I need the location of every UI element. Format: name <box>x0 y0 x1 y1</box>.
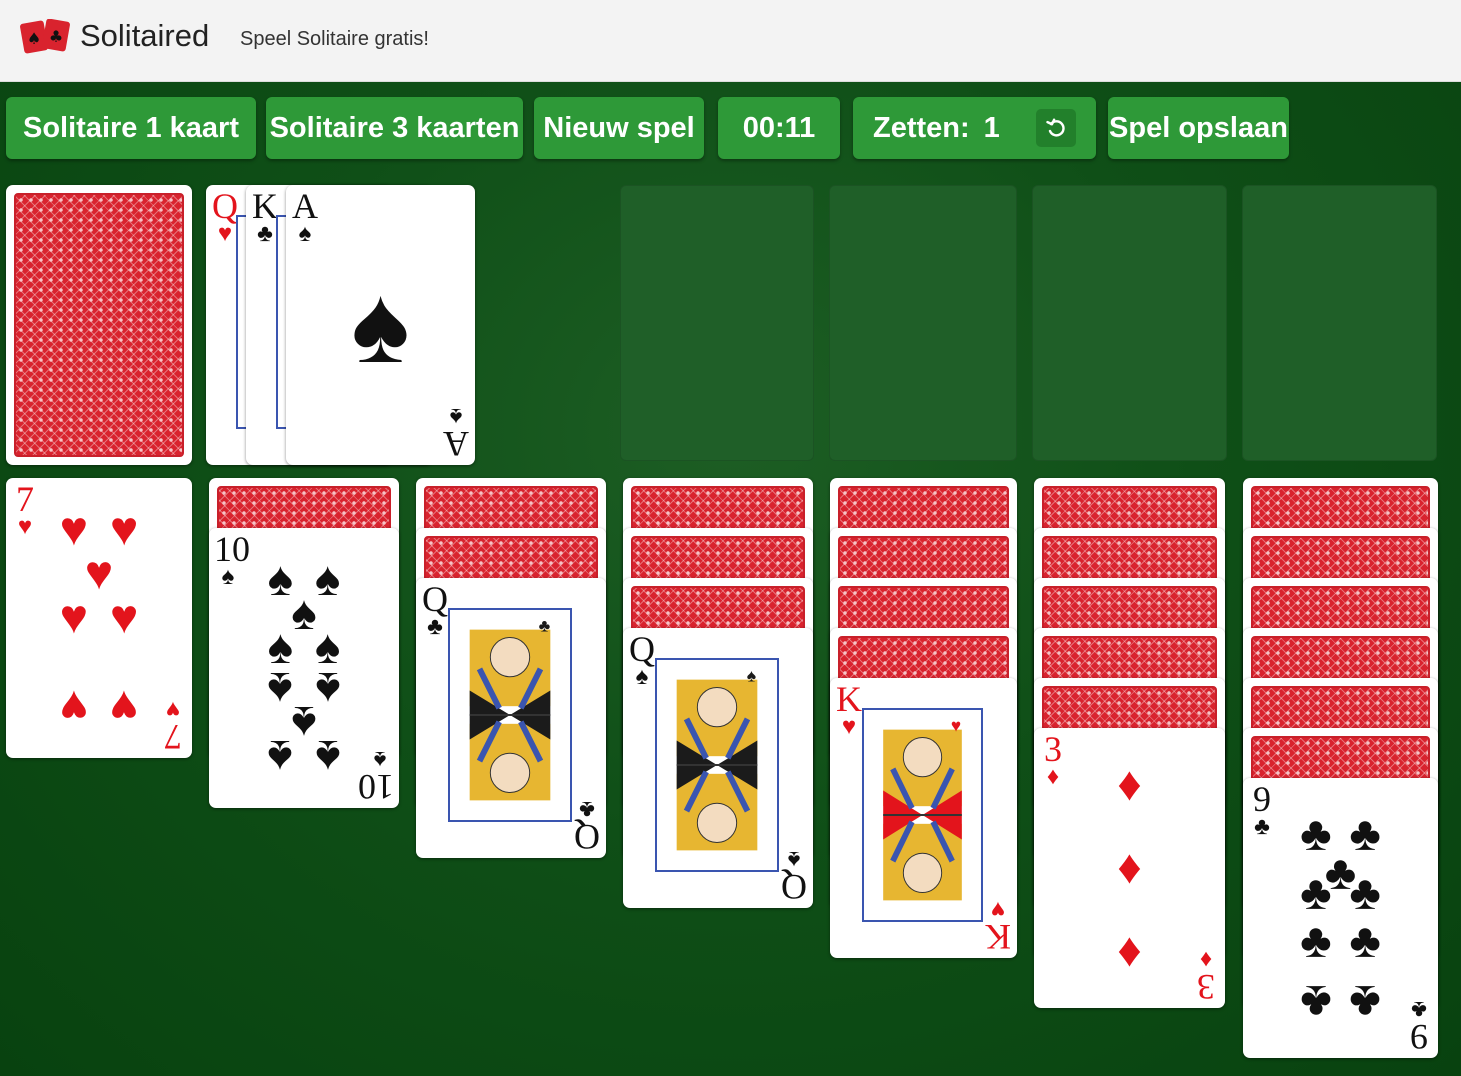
tableau-top-card[interactable]: 9 ♣ 9 ♣ ♣ ♣ ♣ ♣ ♣ ♣ ♣ ♣ ♣ <box>1243 778 1438 1058</box>
card-rank: K <box>836 679 862 719</box>
card-rank: 10 <box>358 767 394 807</box>
tableau-top-card[interactable]: 10 ♠ 10 ♠ ♠ ♠ ♠ ♠ ♠ ♠ ♠ ♠ ♠ ♠ <box>209 528 399 808</box>
undo-icon <box>1046 118 1065 137</box>
card-suit-icon: ♦ <box>1046 763 1060 790</box>
suit-pip-icon: ♣ <box>1349 866 1381 920</box>
card-rank: Q <box>781 867 807 907</box>
tableau-top-card[interactable]: Q ♠ Q ♠ ♠ <box>623 628 813 908</box>
card-suit-icon: ♠ <box>221 563 235 590</box>
suit-pip-icon: ♠ <box>314 729 341 783</box>
card-rank: A <box>292 186 318 226</box>
card-rank: Q <box>422 579 448 619</box>
tableau-top-card[interactable]: 7 ♥ 7 ♥ ♥ ♥ ♥ ♥ ♥ ♥ ♥ <box>6 478 192 758</box>
foundation-slot[interactable] <box>620 185 814 461</box>
card-suit-icon: ♠ <box>298 220 312 247</box>
card-rank: 10 <box>214 529 250 569</box>
suit-pip-icon: ♦ <box>1117 923 1142 977</box>
svg-text:♣: ♣ <box>539 616 551 636</box>
suit-pip-icon: ♣ <box>1300 915 1332 969</box>
cards-logo-icon[interactable]: ♠ ♣ <box>20 18 72 55</box>
card-suit-icon: ♣ <box>257 220 273 247</box>
one-card-mode-button[interactable]: Solitaire 1 kaart <box>6 97 256 159</box>
card-back-pattern <box>14 193 184 457</box>
court-card-face: ♠ <box>655 658 779 872</box>
suit-pip-icon: ♥ <box>109 591 139 644</box>
suit-pip-icon: ♦ <box>1117 758 1142 812</box>
card-suit-icon: ♣ <box>1254 813 1270 840</box>
court-card-face: ♥ <box>862 708 983 922</box>
spade-icon: ♠ <box>351 263 410 386</box>
card-rank: A <box>443 424 469 464</box>
card-suit-icon: ♥ <box>841 713 857 740</box>
tagline: Speel Solitaire gratis! <box>240 28 429 50</box>
save-game-button[interactable]: Spel opslaan <box>1108 97 1289 159</box>
suit-pip-icon: ♣ <box>1349 915 1381 969</box>
card-rank: Q <box>574 817 600 857</box>
waste-top-card[interactable]: A ♠ ♠ A ♠ <box>286 185 475 465</box>
card-rank: 3 <box>1197 967 1215 1007</box>
card-rank: 3 <box>1044 729 1062 769</box>
suit-pip-icon: ♣ <box>1300 866 1332 920</box>
suit-pip-icon: ♥ <box>59 679 89 733</box>
suit-pip-icon: ♣ <box>1349 974 1381 1028</box>
moves-label: Zetten: <box>873 111 970 144</box>
suit-pip-icon: ♦ <box>1117 841 1142 894</box>
site-header: ♠ ♣ Solitaired Speel Solitaire gratis! <box>0 0 1461 82</box>
svg-text:♣: ♣ <box>49 27 63 46</box>
moves-counter: Zetten: 1 <box>853 97 1096 159</box>
card-suit-icon: ♥ <box>217 220 233 247</box>
card-suit-icon: ♣ <box>427 613 443 640</box>
card-rank: 7 <box>164 717 182 757</box>
card-rank: K <box>985 917 1011 957</box>
undo-button[interactable] <box>1036 109 1076 147</box>
tableau-top-card[interactable]: K ♥ K ♥ ♥ <box>830 678 1017 958</box>
foundation-slot[interactable] <box>1242 185 1437 461</box>
svg-text:♥: ♥ <box>951 715 961 735</box>
card-rank: 7 <box>16 479 34 519</box>
svg-text:♠: ♠ <box>27 29 41 48</box>
card-rank: Q <box>629 629 655 669</box>
suit-pip-icon: ♣ <box>1300 974 1332 1028</box>
moves-value: 1 <box>983 111 1000 144</box>
new-game-button[interactable]: Nieuw spel <box>534 97 704 159</box>
foundation-slot[interactable] <box>1032 185 1227 461</box>
card-suit-icon: ♠ <box>635 663 649 690</box>
card-rank: 9 <box>1410 1017 1428 1057</box>
foundation-slot[interactable] <box>829 185 1017 461</box>
brand-name[interactable]: Solitaired <box>80 18 209 54</box>
stock-pile[interactable] <box>6 185 192 465</box>
card-rank: Q <box>212 186 238 226</box>
svg-text:♠: ♠ <box>747 666 756 686</box>
card-rank: 9 <box>1253 779 1271 819</box>
card-rank: K <box>252 186 278 226</box>
tableau-top-card[interactable]: Q ♣ Q ♣ ♣ <box>416 578 606 858</box>
tableau-top-card[interactable]: 3 ♦ 3 ♦ ♦ ♦ ♦ <box>1034 728 1225 1008</box>
court-card-face: ♣ <box>448 608 572 822</box>
suit-pip-icon: ♥ <box>59 591 89 644</box>
three-card-mode-button[interactable]: Solitaire 3 kaarten <box>266 97 523 159</box>
suit-pip-icon: ♥ <box>109 679 139 733</box>
timer: 00:11 <box>718 97 840 159</box>
card-suit-icon: ♥ <box>17 513 33 540</box>
suit-pip-icon: ♠ <box>267 729 294 783</box>
